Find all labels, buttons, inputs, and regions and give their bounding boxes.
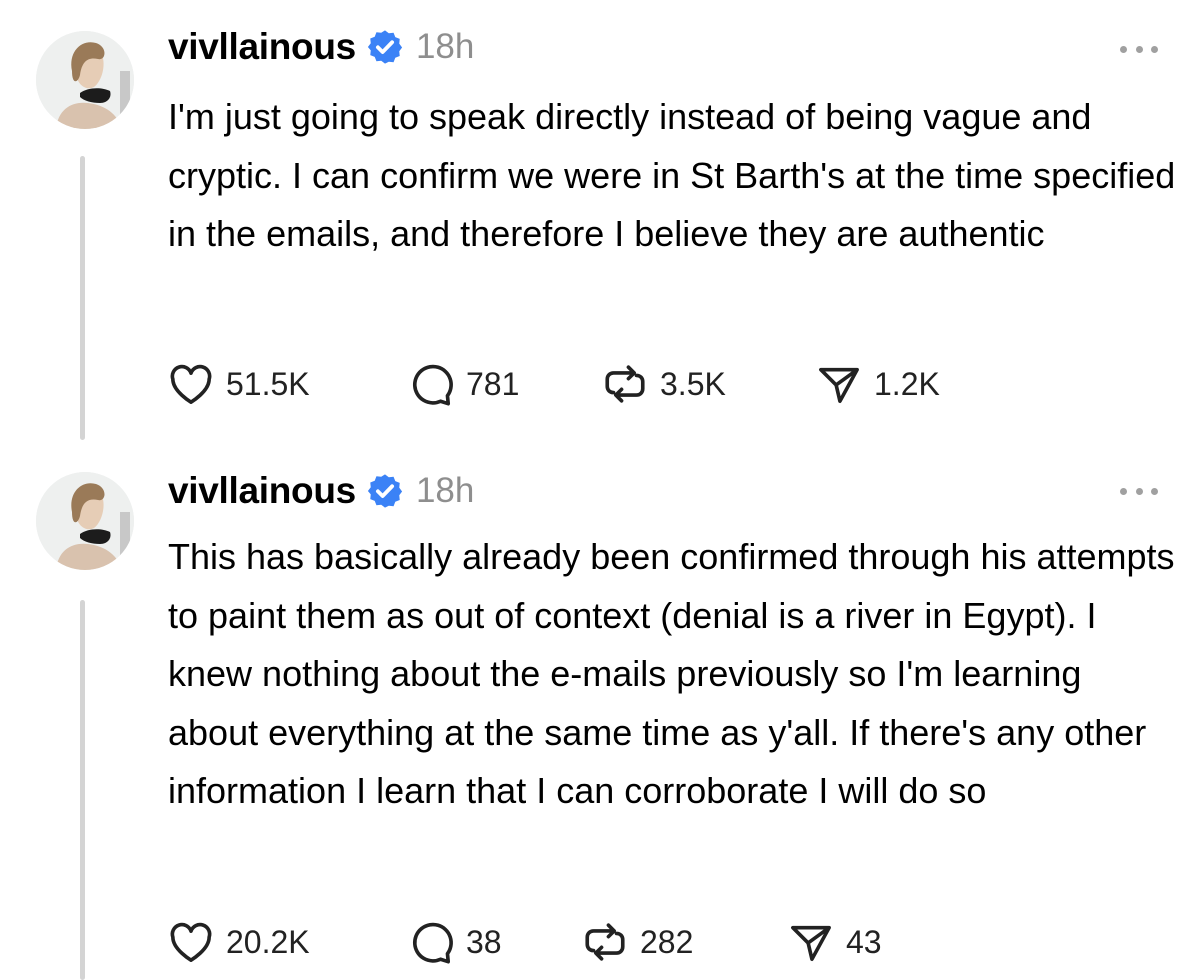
share-icon bbox=[791, 925, 831, 961]
more-options-icon[interactable] bbox=[1120, 44, 1158, 54]
heart-icon bbox=[170, 364, 212, 404]
avatar[interactable] bbox=[36, 472, 134, 570]
verified-badge-icon bbox=[366, 472, 404, 510]
more-options-icon[interactable] bbox=[1120, 486, 1158, 496]
action-bar: 51.5K 781 3.5K 1.2K bbox=[168, 362, 940, 406]
repost-icon bbox=[585, 923, 625, 961]
action-bar: 20.2K 38 282 43 bbox=[168, 920, 882, 964]
post: vivllainous 18h This has basically alrea… bbox=[0, 460, 1200, 980]
repost-button[interactable]: 3.5K bbox=[602, 363, 816, 405]
repost-icon bbox=[605, 365, 645, 403]
thread-line bbox=[80, 156, 85, 440]
post-text: I'm just going to speak directly instead… bbox=[168, 96, 1176, 255]
post-header: vivllainous 18h bbox=[168, 470, 474, 512]
like-count: 20.2K bbox=[226, 923, 310, 960]
timestamp: 18h bbox=[415, 27, 475, 66]
repost-count: 282 bbox=[640, 923, 694, 960]
comment-icon bbox=[413, 922, 453, 964]
thread-line bbox=[80, 600, 85, 980]
username[interactable]: vivllainous bbox=[168, 26, 356, 68]
reply-button[interactable]: 38 bbox=[408, 920, 582, 964]
share-count: 1.2K bbox=[874, 365, 940, 402]
reply-count: 781 bbox=[466, 365, 520, 402]
reply-button[interactable]: 781 bbox=[408, 362, 602, 406]
repost-button[interactable]: 282 bbox=[582, 921, 788, 963]
share-icon bbox=[819, 367, 859, 403]
post-header: vivllainous 18h bbox=[168, 26, 474, 68]
repost-count: 3.5K bbox=[660, 365, 726, 402]
share-count: 43 bbox=[846, 923, 882, 960]
username[interactable]: vivllainous bbox=[168, 470, 356, 512]
verified-badge-icon bbox=[366, 28, 404, 66]
share-button[interactable]: 43 bbox=[788, 921, 882, 963]
share-button[interactable]: 1.2K bbox=[816, 363, 940, 405]
like-button[interactable]: 51.5K bbox=[168, 363, 408, 405]
post: vivllainous 18h I'm just going to speak … bbox=[0, 0, 1200, 460]
comment-icon bbox=[413, 364, 453, 406]
post-text: This has basically already been confirme… bbox=[168, 536, 1175, 812]
reply-count: 38 bbox=[466, 923, 502, 960]
heart-icon bbox=[170, 922, 212, 962]
timestamp: 18h bbox=[415, 471, 475, 510]
avatar[interactable] bbox=[36, 31, 134, 129]
like-button[interactable]: 20.2K bbox=[168, 921, 408, 963]
like-count: 51.5K bbox=[226, 365, 310, 402]
